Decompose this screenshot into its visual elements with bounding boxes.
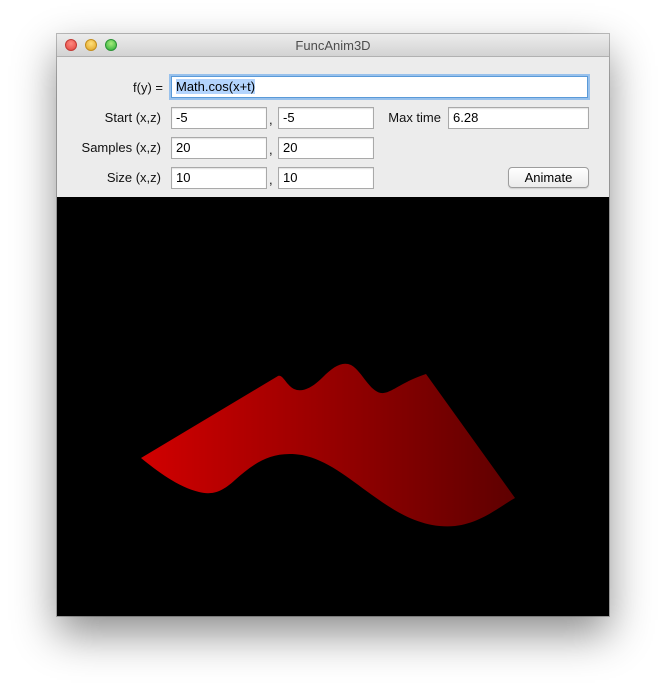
- render-canvas[interactable]: [57, 197, 609, 616]
- size-label: Size (x,z): [106, 170, 161, 185]
- fy-label: f(y) =: [133, 80, 163, 95]
- samples-comma: ,: [269, 142, 273, 157]
- samples-x-input[interactable]: 20: [171, 137, 267, 159]
- size-comma: ,: [269, 172, 273, 187]
- function-input[interactable]: Math.cos(x+t): [171, 76, 588, 98]
- window-title: FuncAnim3D: [295, 38, 371, 53]
- title-bar[interactable]: FuncAnim3D: [57, 34, 609, 57]
- max-time-label: Max time: [388, 110, 441, 125]
- size-x-input[interactable]: 10: [171, 167, 267, 189]
- cosine-surface: [141, 363, 515, 527]
- start-z-input[interactable]: -5: [278, 107, 374, 129]
- size-z-input[interactable]: 10: [278, 167, 374, 189]
- start-x-input[interactable]: -5: [171, 107, 267, 129]
- max-time-input[interactable]: 6.28: [448, 107, 589, 129]
- start-label: Start (x,z): [104, 110, 161, 125]
- parameters-form: f(y) = Math.cos(x+t) Start (x,z) -5 , -5…: [57, 57, 609, 197]
- start-comma: ,: [269, 112, 273, 127]
- samples-label: Samples (x,z): [81, 140, 161, 155]
- function-input-text: Math.cos(x+t): [176, 79, 256, 94]
- samples-z-input[interactable]: 20: [278, 137, 374, 159]
- surface-plot: [141, 363, 515, 527]
- app-window: FuncAnim3D f(y) = Math.cos(x+t) Start (x…: [57, 34, 609, 616]
- animate-button[interactable]: Animate: [508, 167, 589, 188]
